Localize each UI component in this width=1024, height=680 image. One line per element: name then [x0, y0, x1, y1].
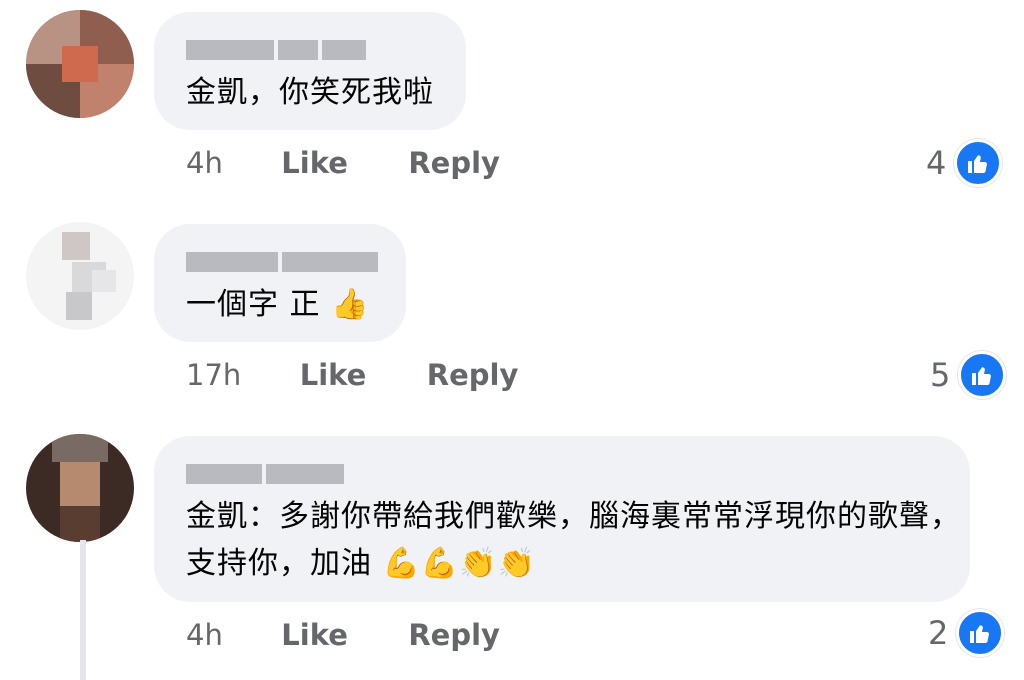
timestamp[interactable]: 17h: [186, 358, 241, 392]
comment-bubble: 金凱：多謝你帶給我們歡樂，腦海裏常常浮現你的歌聲， 支持你，加油 💪💪👏👏: [154, 436, 970, 602]
reaction-summary[interactable]: 4: [926, 139, 1003, 187]
avatar[interactable]: [26, 10, 134, 118]
comment-actions: 4h Like Reply: [186, 146, 500, 180]
like-button[interactable]: Like: [300, 358, 367, 392]
comment-text: 金凱，你笑死我啦: [186, 75, 434, 110]
reaction-summary[interactable]: 5: [930, 351, 1007, 399]
like-button[interactable]: Like: [281, 146, 348, 180]
timestamp[interactable]: 4h: [186, 618, 223, 652]
comment-bubble: 一個字 正 👍: [154, 224, 406, 342]
avatar[interactable]: [26, 434, 134, 542]
comment-text-line-2: 支持你，加油 💪💪👏👏: [186, 546, 536, 581]
reply-button[interactable]: Reply: [427, 358, 519, 392]
author-name[interactable]: [186, 464, 344, 484]
reaction-count: 4: [926, 144, 947, 182]
author-name[interactable]: [186, 40, 366, 60]
reply-button[interactable]: Reply: [408, 146, 500, 180]
reaction-summary[interactable]: 2: [928, 609, 1005, 657]
thumbs-up-icon: [956, 609, 1005, 657]
timestamp[interactable]: 4h: [186, 146, 223, 180]
avatar[interactable]: [26, 222, 134, 330]
comment-actions: 4h Like Reply: [186, 618, 500, 652]
like-button[interactable]: Like: [281, 618, 348, 652]
comment-actions: 17h Like Reply: [186, 358, 518, 392]
comment-text: 一個字 正 👍: [186, 287, 370, 322]
author-name[interactable]: [186, 252, 378, 272]
reply-button[interactable]: Reply: [408, 618, 500, 652]
thumbs-up-icon: [958, 351, 1007, 399]
thread-line: [80, 540, 86, 680]
thumbs-up-emoji: 👍: [331, 287, 370, 322]
thumbs-up-icon: [954, 139, 1003, 187]
reaction-count: 2: [928, 614, 949, 652]
flexed-biceps-clapping-emoji: 💪💪👏👏: [382, 546, 536, 581]
comment-bubble: 金凱，你笑死我啦: [154, 12, 466, 130]
reaction-count: 5: [930, 356, 951, 394]
comment-text-line-1: 金凱：多謝你帶給我們歡樂，腦海裏常常浮現你的歌聲，: [186, 499, 961, 534]
